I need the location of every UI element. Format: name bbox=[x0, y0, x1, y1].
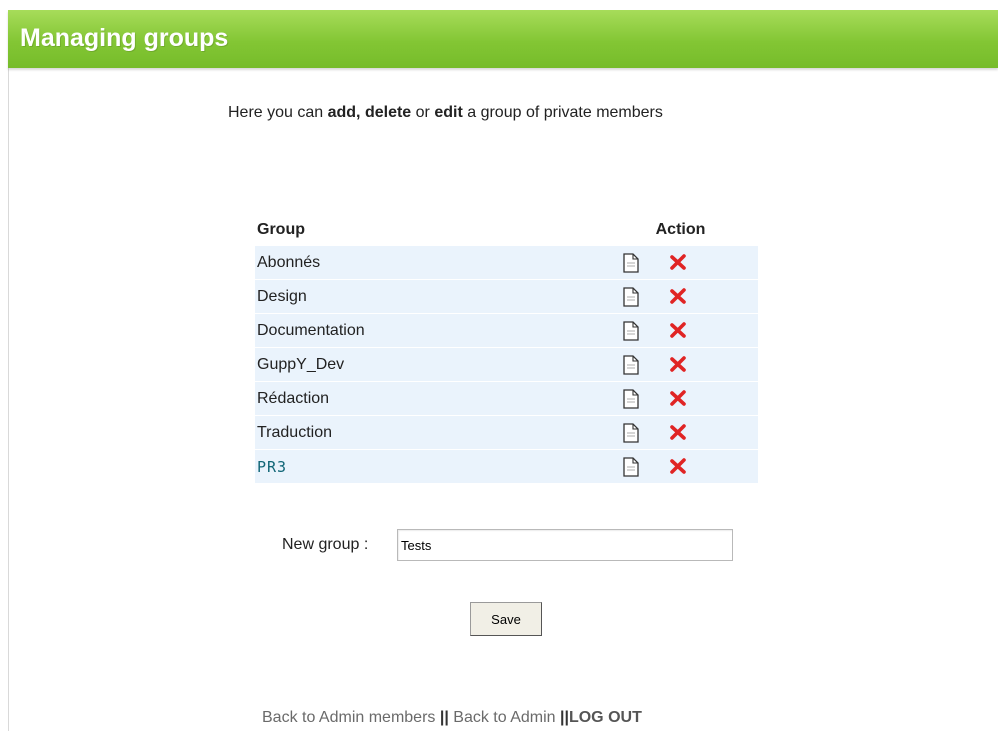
intro-delete: delete bbox=[364, 104, 412, 121]
edit-document-icon[interactable] bbox=[623, 320, 639, 341]
group-rows: Abonnés Design Documentation GuppY_Dev Rédac… bbox=[255, 245, 758, 483]
footer-links: Back to Admin members || Back to Admin |… bbox=[262, 709, 642, 727]
table-row: Rédaction bbox=[255, 381, 758, 416]
save-button[interactable]: Save bbox=[470, 602, 542, 636]
page-header: Managing groups bbox=[8, 10, 998, 68]
footer-separator: || bbox=[560, 709, 569, 726]
edit-document-icon[interactable] bbox=[623, 388, 639, 409]
group-name: GuppY_Dev bbox=[255, 347, 603, 382]
edit-document-icon[interactable] bbox=[623, 456, 639, 477]
delete-x-icon[interactable] bbox=[669, 355, 687, 373]
footer-separator: || bbox=[439, 709, 449, 726]
intro-after: a group of private members bbox=[462, 104, 663, 121]
back-to-admin-members-link[interactable]: Back to Admin members bbox=[262, 709, 435, 726]
delete-x-icon[interactable] bbox=[669, 457, 687, 475]
group-name: Design bbox=[255, 279, 603, 314]
edit-document-icon[interactable] bbox=[623, 252, 639, 273]
intro-add: add, bbox=[327, 104, 361, 121]
logout-link[interactable]: LOG OUT bbox=[569, 709, 642, 726]
table-row: Documentation bbox=[255, 313, 758, 348]
edit-document-icon[interactable] bbox=[623, 354, 639, 375]
intro-or: or bbox=[411, 104, 435, 121]
delete-x-icon[interactable] bbox=[669, 321, 687, 339]
back-to-admin-link[interactable]: Back to Admin bbox=[453, 709, 555, 726]
group-name: Documentation bbox=[255, 313, 603, 348]
delete-x-icon[interactable] bbox=[669, 253, 687, 271]
intro-before: Here you can bbox=[228, 104, 328, 121]
delete-x-icon[interactable] bbox=[669, 389, 687, 407]
new-group-label: New group : bbox=[282, 536, 369, 553]
new-group-input[interactable] bbox=[397, 529, 733, 561]
groups-table: Group Action Abonnés Design Documentation G… bbox=[255, 215, 758, 483]
group-column-header: Group bbox=[257, 221, 305, 238]
group-name: Traduction bbox=[255, 415, 603, 450]
group-name: Rédaction bbox=[255, 381, 603, 416]
delete-x-icon[interactable] bbox=[669, 287, 687, 305]
intro-text: Here you can add, delete or edit a group… bbox=[228, 104, 808, 122]
table-row: Abonnés bbox=[255, 245, 758, 280]
table-row: GuppY_Dev bbox=[255, 347, 758, 382]
edit-document-icon[interactable] bbox=[623, 422, 639, 443]
table-header-row: Group Action bbox=[255, 215, 758, 246]
intro-edit: edit bbox=[434, 104, 463, 121]
table-row: PR3 bbox=[255, 449, 758, 483]
group-name: Abonnés bbox=[255, 245, 603, 280]
edit-document-icon[interactable] bbox=[623, 286, 639, 307]
group-name: PR3 bbox=[255, 449, 603, 483]
delete-x-icon[interactable] bbox=[669, 423, 687, 441]
table-row: Traduction bbox=[255, 415, 758, 450]
table-row: Design bbox=[255, 279, 758, 314]
action-column-header: Action bbox=[655, 221, 706, 238]
page-title: Managing groups bbox=[20, 24, 229, 52]
